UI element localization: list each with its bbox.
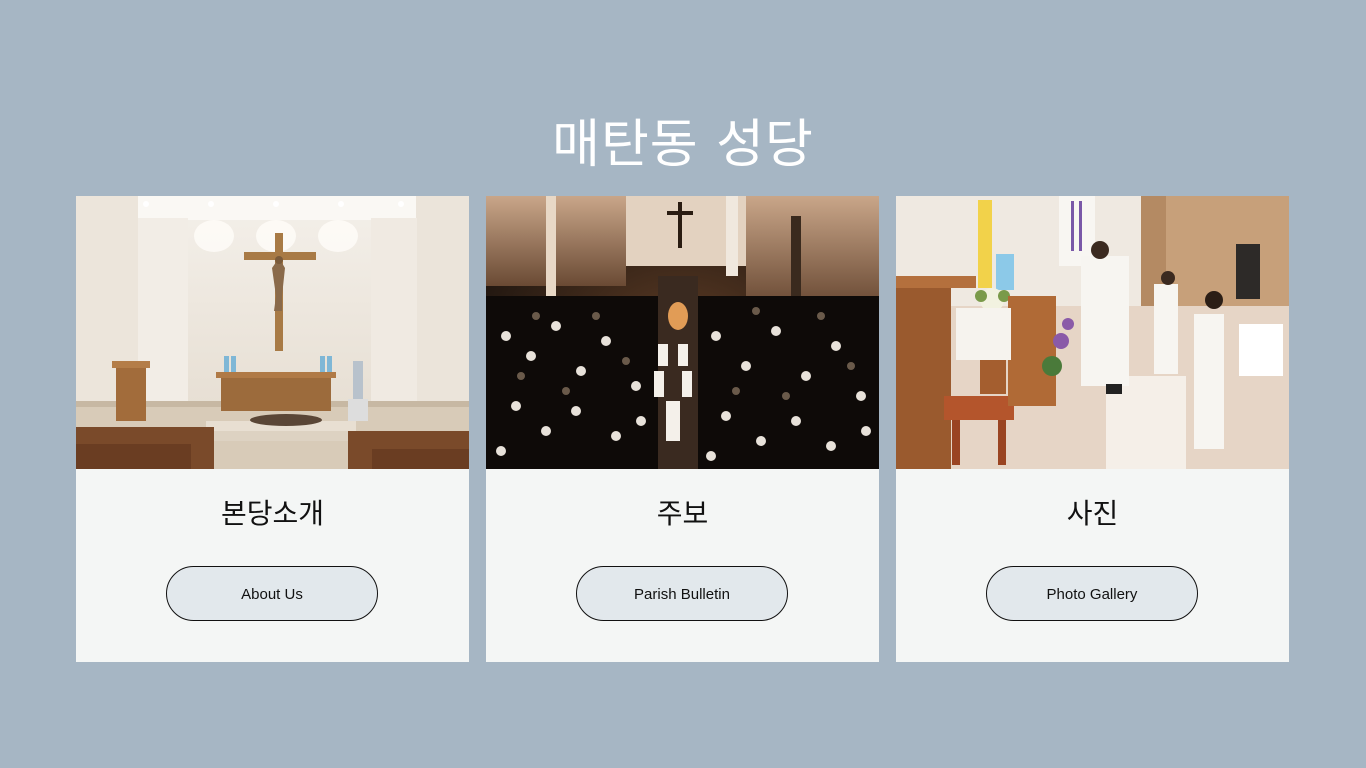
about-us-button[interactable]: About Us <box>166 566 378 621</box>
card-parish-bulletin: 주보 Parish Bulletin <box>486 196 879 662</box>
card-heading: 주보 <box>656 497 709 530</box>
card-heading: 본당소개 <box>220 497 325 530</box>
congregation-photo <box>486 196 879 469</box>
church-interior-photo <box>76 196 469 469</box>
card-about-us: 본당소개 About Us <box>76 196 469 662</box>
card-heading: 사진 <box>1066 497 1119 530</box>
paschal-candle-photo <box>896 196 1289 469</box>
photo-gallery-button[interactable]: Photo Gallery <box>986 566 1198 621</box>
parish-bulletin-button[interactable]: Parish Bulletin <box>576 566 788 621</box>
card-photo-gallery: 사진 Photo Gallery <box>896 196 1289 662</box>
page-title: 매탄동 성당 <box>552 114 814 175</box>
